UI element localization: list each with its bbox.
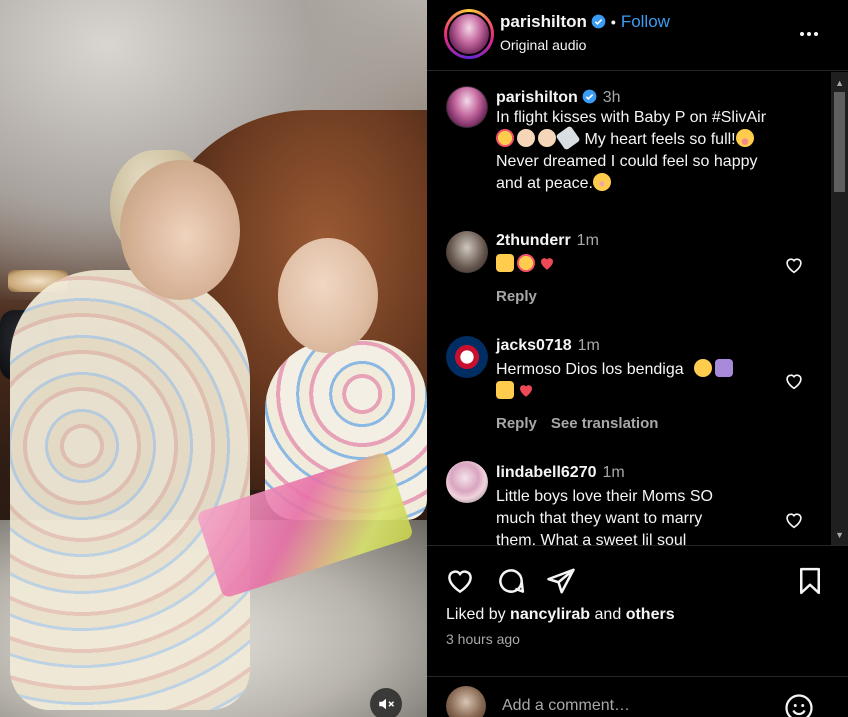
comment-avatar[interactable] bbox=[446, 231, 488, 273]
story-ring[interactable] bbox=[444, 9, 494, 59]
red-heart-icon bbox=[520, 385, 532, 397]
baby-icon bbox=[538, 129, 556, 147]
comment-time: 1m bbox=[602, 464, 625, 481]
post-timestamp[interactable]: 3 hours ago bbox=[446, 631, 520, 647]
comment-username[interactable]: jacks0718 bbox=[496, 337, 572, 354]
caption-line-4: and at peace. bbox=[496, 173, 826, 195]
caption-username[interactable]: parishilton bbox=[496, 89, 578, 106]
verified-badge-icon bbox=[582, 89, 597, 104]
caption-avatar-wrap[interactable] bbox=[446, 86, 488, 128]
caption-line-2: My heart feels so full! bbox=[496, 125, 826, 151]
caption-line-3: Never dreamed I could feel so happy bbox=[496, 153, 758, 170]
avatar bbox=[447, 12, 491, 56]
smiling-face-with-hearts-icon bbox=[496, 129, 514, 147]
comment-line-1: Little boys love their Moms SO bbox=[496, 488, 713, 505]
heart-hands-icon bbox=[496, 381, 514, 399]
comment-avatar[interactable] bbox=[446, 336, 488, 378]
comment-item: 2thunderr 1m bbox=[496, 232, 599, 276]
see-translation-button[interactable]: See translation bbox=[551, 415, 659, 432]
baby-icon bbox=[517, 129, 535, 147]
add-comment-row: Add a comment… bbox=[427, 676, 848, 717]
comment-emojis bbox=[496, 254, 599, 276]
comment-actions: Reply bbox=[496, 288, 551, 305]
comment-emojis bbox=[496, 381, 776, 403]
reply-button[interactable]: Reply bbox=[496, 415, 537, 432]
flushed-face-icon bbox=[592, 173, 611, 191]
comment-line-3: them. What a sweet lil soul bbox=[496, 532, 687, 545]
comment-bubble-icon[interactable] bbox=[496, 566, 526, 596]
emoji-smiley-icon[interactable] bbox=[784, 693, 814, 717]
comment-username[interactable]: lindabell6270 bbox=[496, 464, 597, 481]
caption-avatar bbox=[447, 87, 487, 127]
share-paper-plane-icon[interactable] bbox=[546, 566, 576, 596]
scroll-down-arrow-icon[interactable]: ▼ bbox=[835, 530, 844, 540]
woman-pajamas bbox=[10, 270, 250, 710]
comment-time: 1m bbox=[576, 232, 599, 249]
grinning-face-icon bbox=[694, 359, 713, 377]
more-horizontal-icon bbox=[800, 32, 818, 36]
liked-by-and: and bbox=[594, 606, 622, 623]
caption-line-1: In flight kisses with Baby P on #SlivAir bbox=[496, 109, 767, 126]
raising-hands-icon bbox=[496, 254, 514, 272]
smiling-face-with-hearts-icon bbox=[517, 254, 535, 272]
caption-time: 3h bbox=[602, 89, 621, 106]
liked-by-user[interactable]: nancylirab bbox=[510, 606, 590, 623]
comment-text: Hermoso Dios los bendiga bbox=[496, 361, 684, 378]
scroll-up-arrow-icon[interactable]: ▲ bbox=[835, 78, 844, 88]
verified-badge-icon bbox=[591, 14, 606, 29]
folded-hands-icon bbox=[715, 359, 734, 377]
airplane-icon bbox=[555, 125, 581, 151]
comment-avatar[interactable] bbox=[446, 461, 488, 503]
post-side-panel: parishilton • Follow Original audio parish… bbox=[427, 0, 848, 717]
save-bookmark-icon[interactable] bbox=[795, 566, 825, 596]
comments-list[interactable]: parishilton 3h In flight kisses with Baby… bbox=[427, 72, 848, 545]
current-user-avatar bbox=[446, 686, 486, 717]
caption-line-4-text: and at peace. bbox=[496, 175, 593, 192]
comment-text-row: Hermoso Dios los bendiga bbox=[496, 359, 776, 381]
comment-item: lindabell6270 1m Little boys love their M… bbox=[496, 464, 776, 545]
comment-line-2: much that they want to marry bbox=[496, 510, 703, 527]
reply-button[interactable]: Reply bbox=[496, 288, 537, 305]
like-comment-heart-icon[interactable] bbox=[783, 254, 805, 276]
original-audio-link[interactable]: Original audio bbox=[500, 37, 586, 53]
like-comment-heart-icon[interactable] bbox=[783, 509, 805, 531]
caption: parishilton 3h In flight kisses with Baby… bbox=[496, 89, 826, 195]
speaker-muted-icon bbox=[379, 698, 395, 710]
comment-actions: Reply See translation bbox=[496, 415, 672, 432]
header-username-row: parishilton • Follow bbox=[500, 12, 670, 32]
add-comment-input[interactable]: Add a comment… bbox=[502, 697, 630, 715]
more-options-button[interactable] bbox=[797, 22, 821, 46]
header-username[interactable]: parishilton bbox=[500, 12, 587, 31]
comment-item: jacks0718 1m Hermoso Dios los bendiga bbox=[496, 337, 776, 403]
liked-by-line: Liked by nancylirab and others bbox=[446, 606, 675, 624]
scrollbar-thumb[interactable] bbox=[834, 92, 845, 192]
separator-dot: • bbox=[610, 14, 616, 30]
caption-line-2-text: My heart feels so full! bbox=[584, 131, 736, 148]
comment-time: 1m bbox=[577, 337, 600, 354]
pleading-face-icon bbox=[735, 129, 754, 147]
mute-button[interactable] bbox=[370, 688, 402, 717]
woman-face bbox=[120, 160, 240, 300]
liked-by-prefix: Liked by bbox=[446, 606, 506, 623]
like-heart-icon[interactable] bbox=[445, 566, 475, 596]
comment-username[interactable]: 2thunderr bbox=[496, 232, 571, 249]
reel-video[interactable] bbox=[0, 0, 427, 717]
like-comment-heart-icon[interactable] bbox=[783, 370, 805, 392]
red-heart-icon bbox=[541, 258, 553, 270]
follow-button[interactable]: Follow bbox=[621, 12, 670, 31]
baby-head bbox=[278, 238, 378, 353]
liked-by-others[interactable]: others bbox=[626, 606, 675, 623]
post-header: parishilton • Follow Original audio bbox=[427, 0, 848, 71]
